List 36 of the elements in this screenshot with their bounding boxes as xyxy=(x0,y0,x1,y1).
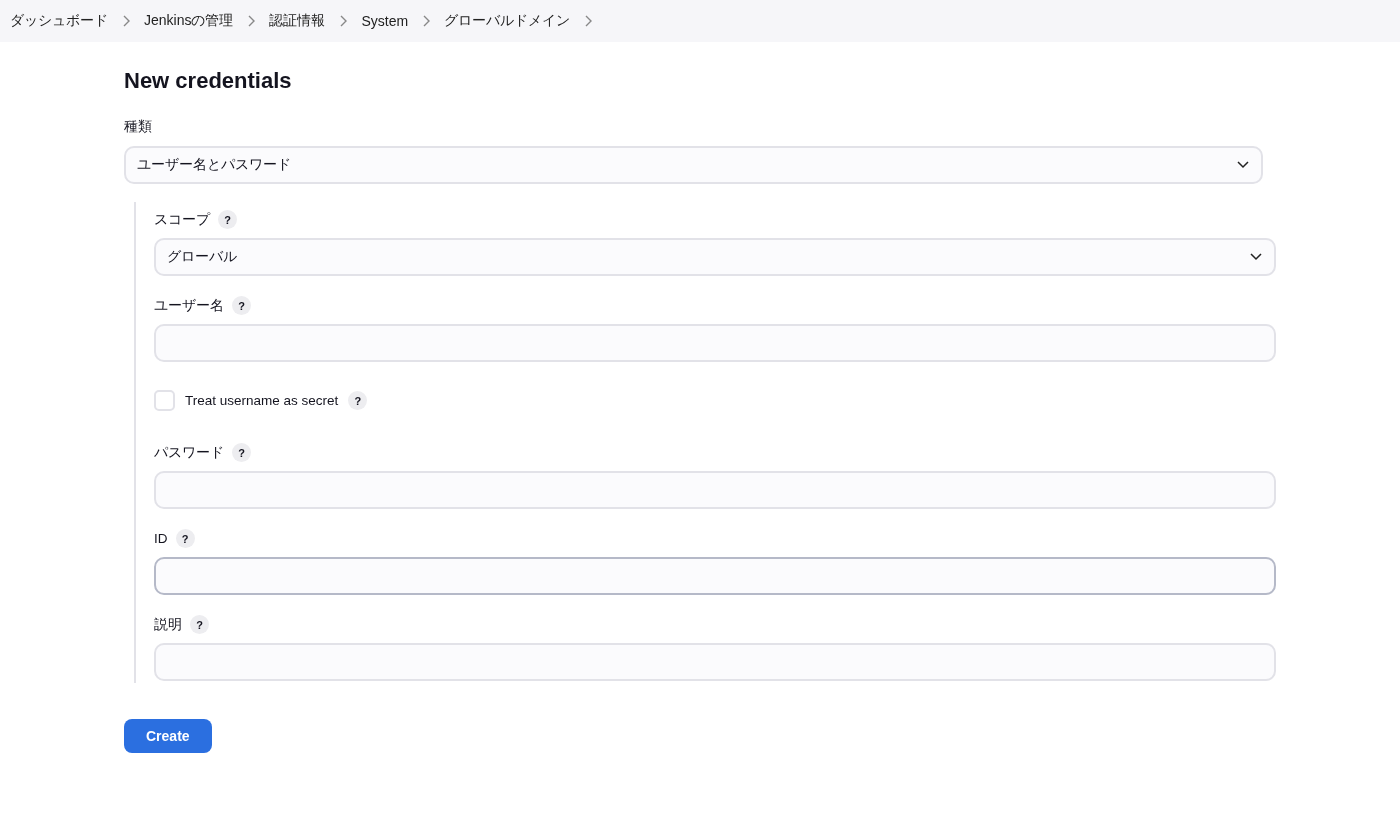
input-field[interactable] xyxy=(154,643,1276,681)
chevron-right-icon xyxy=(422,15,431,27)
breadcrumb-link[interactable]: 認証情報 xyxy=(269,12,326,30)
chevron-down-icon xyxy=(1237,161,1249,169)
field-label: 種類 xyxy=(124,118,153,136)
checkbox[interactable] xyxy=(154,390,175,411)
input-field[interactable] xyxy=(154,471,1276,509)
chevron-down-icon xyxy=(1250,253,1262,261)
chevron-right-icon xyxy=(584,15,593,27)
scope-select[interactable]: グローバル xyxy=(154,238,1276,276)
breadcrumb-link[interactable]: ダッシュボード xyxy=(10,12,108,30)
field-label: ID xyxy=(154,531,168,546)
select-value: グローバル xyxy=(167,248,237,266)
chevron-right-icon xyxy=(122,15,130,27)
field-label: ユーザー名 xyxy=(154,296,224,315)
input-field[interactable] xyxy=(154,324,1276,362)
kind-select[interactable]: ユーザー名とパスワード xyxy=(124,146,1263,184)
field-label: スコープ xyxy=(154,210,210,229)
help-button[interactable]: ? xyxy=(190,615,209,634)
page-title: New credentials xyxy=(124,68,293,94)
field-label: 説明 xyxy=(154,615,182,634)
help-button[interactable]: ? xyxy=(175,529,195,548)
select-value: ユーザー名とパスワード xyxy=(137,156,291,174)
chevron-right-icon xyxy=(247,15,256,27)
breadcrumb-link[interactable]: グローバルドメイン xyxy=(444,12,571,30)
field-label: パスワード xyxy=(154,443,224,462)
input-field[interactable] xyxy=(154,557,1276,595)
help-button[interactable]: ? xyxy=(232,296,251,315)
create-button[interactable]: Create xyxy=(124,719,212,753)
help-button[interactable]: ? xyxy=(232,443,251,462)
breadcrumb-link[interactable]: System xyxy=(361,13,409,29)
breadcrumb-link[interactable]: Jenkinsの管理 xyxy=(144,12,234,30)
checkbox-label: Treat username as secret xyxy=(185,393,339,408)
chevron-right-icon xyxy=(339,15,348,27)
help-button[interactable]: ? xyxy=(218,210,237,229)
help-button[interactable]: ? xyxy=(348,391,368,410)
